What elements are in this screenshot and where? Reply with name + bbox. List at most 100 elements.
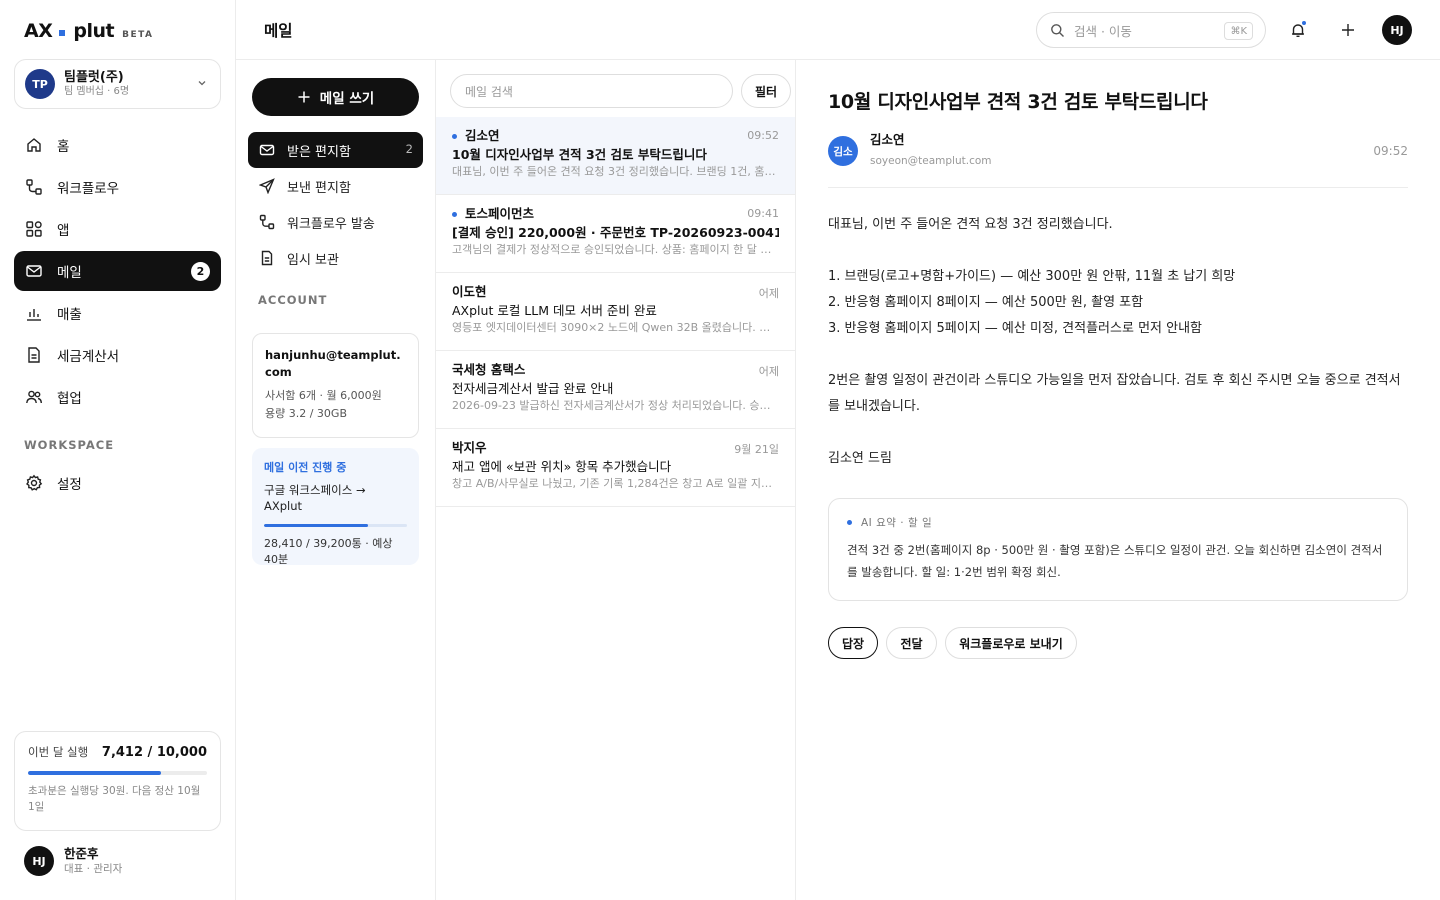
mail-sender: 국세청 홈택스 — [452, 362, 526, 377]
plus-icon — [297, 90, 320, 104]
mail-sender: 김소연 — [465, 128, 500, 143]
user-name: 한준후 — [64, 846, 99, 861]
account-mailboxes: 사서함 6개 · 월 6,000원 — [265, 389, 382, 402]
usage-progress-bar — [28, 771, 207, 775]
logo-dot — [59, 30, 66, 36]
workflow-icon — [25, 178, 43, 196]
draft-document-icon — [259, 250, 275, 266]
apps-icon — [25, 220, 43, 238]
workspace-section-label: WORKSPACE — [24, 438, 115, 452]
nav-label-collaboration: 협업 — [57, 391, 82, 407]
mail-sender: 박지우 — [452, 440, 487, 455]
usage-progress-fill — [28, 771, 161, 775]
notifications-button[interactable] — [1284, 16, 1312, 44]
mail-sender: 이도현 — [452, 284, 487, 299]
mail-subject: [결제 승인] 220,000원 · 주문번호 TP-20260923-0041 — [452, 225, 779, 240]
folder-sent[interactable]: 보낸 편지함 — [248, 168, 423, 204]
nav-label-settings: 설정 — [57, 477, 82, 493]
ai-summary-label: AI 요약 · 할 일 — [861, 517, 933, 529]
notification-dot — [1301, 20, 1307, 26]
global-search[interactable]: 검색 · 이동 ⌘K — [1036, 12, 1266, 48]
sender-name: 김소연 — [870, 132, 905, 147]
message-subject: 10월 디자인사업부 견적 3건 검토 부탁드립니다 — [828, 91, 1208, 113]
reply-button[interactable]: 답장 — [828, 627, 878, 659]
inbox-icon — [259, 142, 275, 158]
nav-label-workflow: 워크플로우 — [57, 181, 120, 197]
chevron-down-icon — [197, 78, 207, 88]
usage-value: 7,412 / 10,000 — [101, 744, 207, 760]
folder-inbox[interactable]: 받은 편지함 2 — [248, 132, 423, 168]
search-icon — [1050, 23, 1065, 38]
mail-folders-panel: 메일 쓰기 받은 편지함 2 보낸 편지함 워크플로우 발송 임시 보관 ACC… — [236, 60, 436, 900]
folder-count-inbox: 2 — [405, 142, 413, 156]
unread-indicator — [452, 211, 457, 217]
filter-button[interactable]: 필터 — [741, 74, 791, 108]
org-switcher[interactable]: TP 팀플럿(주) 팀 멤버십 · 6명 — [14, 59, 221, 109]
sender-info: 김소연 soyeon@teamplut.com — [870, 132, 992, 168]
body-paragraph: 2번은 촬영 일정이 관건이라 스튜디오 가능일을 먼저 잡았습니다. 검토 후… — [828, 373, 1401, 414]
chart-icon — [25, 304, 43, 322]
mail-sender: 토스페이먼츠 — [465, 206, 535, 221]
account-storage: 용량 3.2 / 30GB — [265, 407, 347, 420]
page-title: 메일 — [264, 22, 293, 40]
mail-list-item[interactable]: 이도현 어제 AXplut 로컬 LLM 데모 서버 준비 완료 영등포 엣지데… — [436, 273, 795, 351]
logo-text-plut: plut — [73, 20, 115, 42]
nav-item-tax-invoice[interactable]: 세금계산서 — [14, 335, 221, 375]
migration-route: 구글 워크스페이스 → AXplut — [264, 483, 366, 513]
mail-time: 어제 — [758, 287, 779, 300]
account-email: hanjunhu@teamplut.com — [265, 348, 401, 379]
mail-subject: AXplut 로컬 LLM 데모 서버 준비 완료 — [452, 303, 657, 318]
send-to-workflow-button[interactable]: 워크플로우로 보내기 — [945, 627, 1077, 659]
sidebar: AX plut BETA TP 팀플럿(주) 팀 멤버십 · 6명 홈 워크플로… — [0, 0, 236, 900]
folder-workflow-sent[interactable]: 워크플로우 발송 — [248, 204, 423, 240]
nav-item-sales[interactable]: 매출 — [14, 293, 221, 333]
mail-list-panel: 메일 검색 필터 김소연 09:52 10월 디자인사업부 견적 3건 검토 부… — [436, 60, 796, 900]
ai-indicator-dot — [847, 520, 852, 525]
mail-preview: 대표님, 이번 주 들어온 견적 요청 3건 정리했습니다. 브랜딩 1건, 홈… — [452, 165, 779, 178]
document-icon — [25, 346, 43, 364]
beta-tag: BETA — [122, 30, 154, 40]
migration-stat: 28,410 / 39,200통 · 예상 40분 — [264, 537, 393, 566]
body-signature: 김소연 드림 — [828, 451, 892, 466]
sender-email: soyeon@teamplut.com — [870, 155, 992, 167]
mail-subject: 재고 앱에 «보관 위치» 항목 추가했습니다 — [452, 459, 672, 474]
forward-button[interactable]: 전달 — [886, 627, 937, 659]
mail-search-input[interactable]: 메일 검색 — [450, 74, 733, 108]
send-icon — [259, 178, 275, 194]
mail-list-item[interactable]: 박지우 9월 21일 재고 앱에 «보관 위치» 항목 추가했습니다 창고 A/… — [436, 429, 795, 507]
body-list-item: 3. 반응형 홈페이지 5페이지 — 예산 미정, 견적플러스로 먼저 안내함 — [828, 321, 1202, 336]
nav-item-settings[interactable]: 설정 — [14, 463, 221, 503]
people-icon — [25, 388, 43, 406]
usage-note: 초과분은 실행당 30원. 다음 정산 10월 1일 — [28, 785, 201, 813]
account-avatar-button[interactable]: HJ — [1382, 15, 1412, 45]
mail-list-item[interactable]: 김소연 09:52 10월 디자인사업부 견적 3건 검토 부탁드립니다 대표님… — [436, 117, 795, 195]
folder-drafts[interactable]: 임시 보관 — [248, 240, 423, 276]
migration-card: 메일 이전 진행 중 구글 워크스페이스 → AXplut 28,410 / 3… — [252, 448, 419, 566]
compose-button[interactable]: 메일 쓰기 — [252, 78, 419, 116]
usage-card: 이번 달 실행 7,412 / 10,000 초과분은 실행당 30원. 다음 … — [14, 731, 221, 831]
mail-preview: 고객님의 결제가 정상적으로 승인되었습니다. 상품: 홈페이지 한 달 유지보… — [452, 243, 779, 256]
nav-item-workflow[interactable]: 워크플로우 — [14, 167, 221, 207]
folder-label-sent: 보낸 편지함 — [287, 180, 351, 196]
mail-subject: 전자세금계산서 발급 완료 안내 — [452, 381, 614, 396]
mail-time: 어제 — [758, 365, 779, 378]
org-membership: 팀 멤버십 · 6명 — [64, 86, 130, 97]
logo[interactable]: AX plut BETA — [24, 20, 154, 44]
unread-indicator — [452, 133, 457, 139]
plus-icon — [1340, 22, 1356, 38]
account-card[interactable]: hanjunhu@teamplut.com 사서함 6개 · 월 6,000원 … — [252, 333, 419, 438]
message-body: 대표님, 이번 주 들어온 견적 요청 3건 정리했습니다. 1. 브랜딩(로고… — [828, 212, 1408, 472]
nav-item-home[interactable]: 홈 — [14, 125, 221, 165]
user-profile[interactable]: HJ 한준후 대표 · 관리자 — [24, 846, 122, 876]
nav-item-apps[interactable]: 앱 — [14, 209, 221, 249]
mail-list-item[interactable]: 토스페이먼츠 09:41 [결제 승인] 220,000원 · 주문번호 TP-… — [436, 195, 795, 273]
sender-avatar: 김소 — [828, 136, 858, 166]
nav-item-collaboration[interactable]: 협업 — [14, 377, 221, 417]
mail-list-item[interactable]: 국세청 홈택스 어제 전자세금계산서 발급 완료 안내 2026-09-23 발… — [436, 351, 795, 429]
body-paragraph: 대표님, 이번 주 들어온 견적 요청 3건 정리했습니다. — [828, 217, 1113, 232]
mail-subject: 10월 디자인사업부 견적 3건 검토 부탁드립니다 — [452, 147, 707, 162]
nav-label-tax-invoice: 세금계산서 — [57, 349, 120, 365]
nav-item-mail[interactable]: 메일 2 — [14, 251, 221, 291]
nav-label-sales: 매출 — [57, 307, 82, 323]
add-button[interactable] — [1334, 16, 1362, 44]
